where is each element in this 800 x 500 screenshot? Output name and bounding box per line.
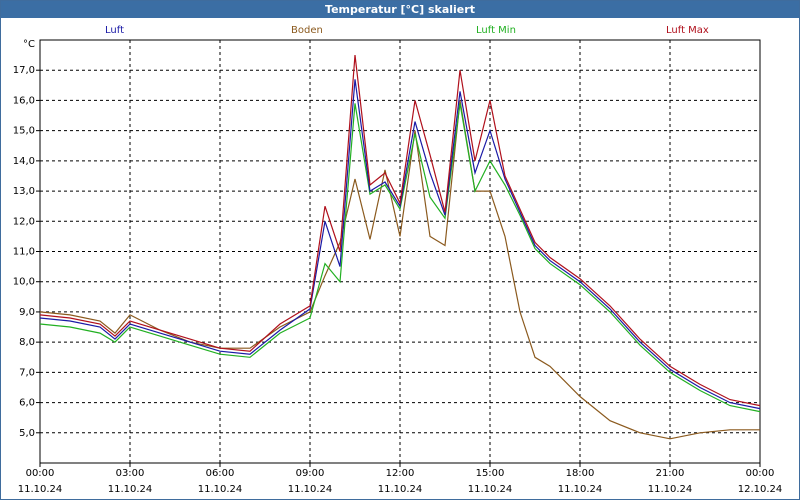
x-tick-date: 11.10.24 <box>468 484 513 495</box>
x-tick-time: 06:00 <box>206 468 235 479</box>
y-tick-label: 6,0 <box>19 398 35 409</box>
x-tick-time: 03:00 <box>116 468 145 479</box>
temperature-chart: 5,0 6,0 7,0 8,0 9,0 10,0 11,0 12,0 13,0 14,0 15,0 1… <box>13 39 783 495</box>
y-tick-label: 12,0 <box>13 216 35 227</box>
y-tick-label: 7,0 <box>19 367 35 378</box>
x-tick-date: 11.10.24 <box>108 484 153 495</box>
y-tick-label: 9,0 <box>19 307 35 318</box>
y-tick-label: 14,0 <box>13 156 35 167</box>
y-tick-label: 5,0 <box>19 428 35 439</box>
x-tick-date: 12.10.24 <box>738 484 783 495</box>
y-tick-label: 10,0 <box>13 277 35 288</box>
x-tick-time: 09:00 <box>296 468 325 479</box>
y-tick-label: 16,0 <box>13 95 35 106</box>
y-tick-label: 17,0 <box>13 65 35 76</box>
x-tick-time: 15:00 <box>476 468 505 479</box>
x-tick-date: 11.10.24 <box>558 484 603 495</box>
x-tick-time: 00:00 <box>26 468 55 479</box>
x-tick-date: 11.10.24 <box>18 484 63 495</box>
x-tick-date: 11.10.24 <box>378 484 423 495</box>
y-tick-label: 15,0 <box>13 126 35 137</box>
x-tick-time: 21:00 <box>656 468 685 479</box>
x-tick-time: 00:00 <box>746 468 775 479</box>
y-tick-label: 8,0 <box>19 337 35 348</box>
x-tick-time: 18:00 <box>566 468 595 479</box>
x-tick-date: 11.10.24 <box>648 484 693 495</box>
y-tick-label: 11,0 <box>13 247 35 258</box>
y-tick-label: 13,0 <box>13 186 35 197</box>
x-tick-date: 11.10.24 <box>288 484 333 495</box>
x-tick-time: 12:00 <box>386 468 415 479</box>
y-axis-unit: °C <box>23 39 35 50</box>
x-tick-date: 11.10.24 <box>198 484 243 495</box>
